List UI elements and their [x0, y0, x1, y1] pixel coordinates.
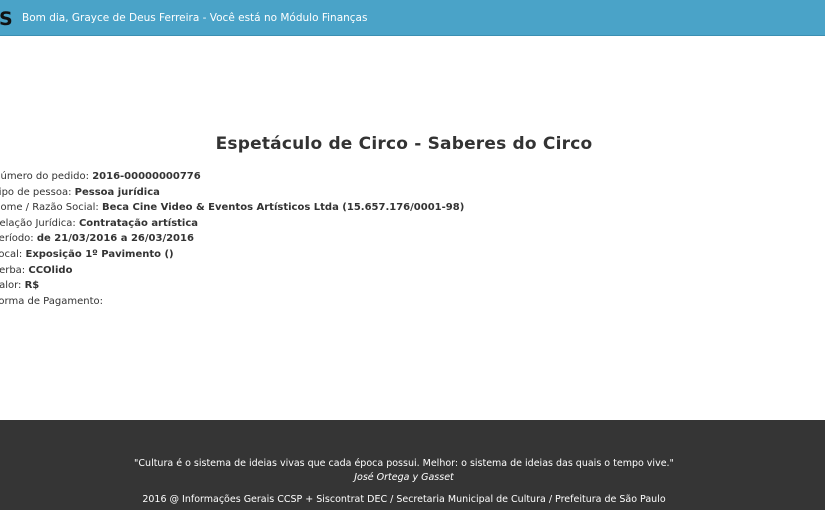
footer-quote: "Cultura é o sistema de ideias vivas que…: [134, 458, 674, 469]
page-title: Espetáculo de Circo - Saberes do Circo: [215, 134, 593, 154]
detail-label: Valor:: [0, 280, 22, 292]
detail-label: Local:: [0, 248, 23, 260]
detail-row-legal-relation: Relação Jurídica: Contratação artística: [0, 216, 464, 232]
detail-value: de 21/03/2016 a 26/03/2016: [36, 233, 194, 245]
detail-value: R$: [24, 280, 40, 292]
detail-value: Pessoa jurídica: [74, 186, 160, 198]
detail-label: Relação Jurídica:: [0, 217, 76, 229]
top-bar: S Bom dia, Grayce de Deus Ferreira - Voc…: [0, 0, 825, 36]
detail-label: Tipo de pessoa:: [0, 186, 72, 198]
detail-label: Forma de Pagamento:: [0, 295, 103, 307]
detail-row-company-name: Nome / Razão Social: Beca Cine Video & E…: [0, 200, 464, 216]
detail-value: Contratação artística: [78, 217, 199, 229]
greeting-text: Bom dia, Grayce de Deus Ferreira - Você …: [22, 12, 368, 24]
request-details: Número do pedido: 2016-00000000776 Tipo …: [0, 169, 464, 309]
footer: "Cultura é o sistema de ideias vivas que…: [0, 420, 825, 510]
detail-label: Número do pedido:: [0, 171, 90, 182]
detail-label: Período:: [0, 233, 34, 245]
detail-value: Exposição 1º Pavimento (): [25, 248, 174, 260]
detail-row-person-type: Tipo de pessoa: Pessoa jurídica: [0, 185, 464, 201]
detail-label: Verba:: [0, 264, 26, 276]
app-logo[interactable]: S: [0, 8, 13, 30]
footer-quote-author: José Ortega y Gasset: [354, 472, 454, 483]
footer-credits: 2016 @ Informações Gerais CCSP + Siscont…: [142, 494, 666, 505]
detail-value: CCOlido: [28, 264, 73, 276]
detail-row-period: Período: de 21/03/2016 a 26/03/2016: [0, 231, 464, 247]
detail-row-budget: Verba: CCOlido: [0, 263, 464, 279]
detail-value: Beca Cine Video & Eventos Artísticos Ltd…: [101, 202, 465, 214]
detail-label: Nome / Razão Social:: [0, 202, 99, 214]
detail-value: 2016-00000000776: [92, 171, 201, 182]
detail-row-location: Local: Exposição 1º Pavimento (): [0, 247, 464, 263]
detail-row-amount: Valor: R$: [0, 278, 464, 294]
detail-row-payment-method: Forma de Pagamento:: [0, 294, 464, 310]
detail-row-request-number: Número do pedido: 2016-00000000776: [0, 169, 464, 185]
